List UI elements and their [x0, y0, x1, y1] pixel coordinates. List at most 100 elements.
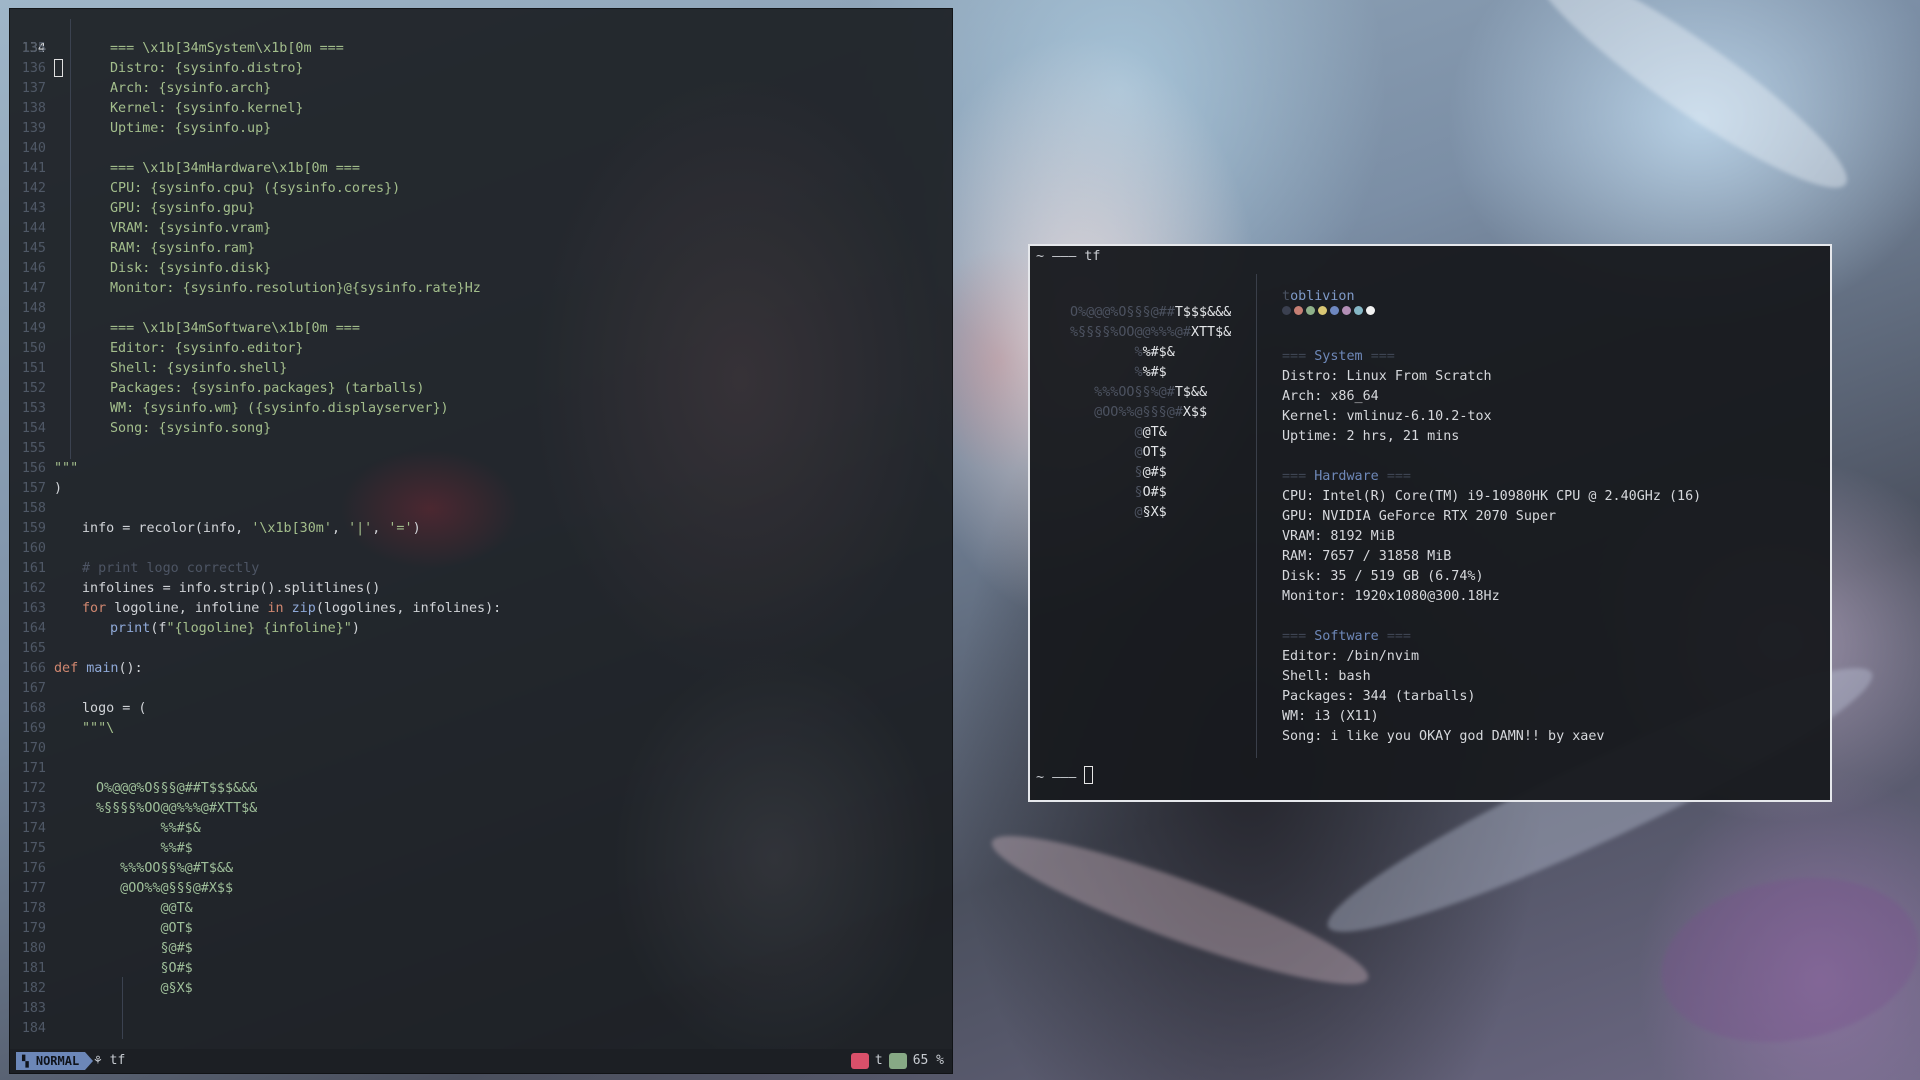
- logo-line: @OO%%@§§§@#X$$: [1070, 404, 1207, 422]
- code-line[interactable]: 165: [10, 639, 952, 659]
- code-line[interactable]: 171: [10, 759, 952, 779]
- line-content: Shell: {sysinfo.shell}: [110, 359, 287, 379]
- code-line[interactable]: 159 info = recolor(info, '\x1b[30m', '|',…: [10, 519, 952, 539]
- code-line[interactable]: 175 %%#$: [10, 839, 952, 859]
- code-line[interactable]: 155: [10, 439, 952, 459]
- code-line[interactable]: 141 === \x1b[34mHardware\x1b[0m ===: [10, 159, 952, 179]
- code-line[interactable]: 172 O%@@@%O§§§@##T$$$&&&: [10, 779, 952, 799]
- line-content: ): [54, 479, 62, 499]
- code-line[interactable]: 151 Shell: {sysinfo.shell}: [10, 359, 952, 379]
- info-ram: RAM: 7657 / 31858 MiB: [1282, 549, 1452, 564]
- code-line[interactable]: 147 Monitor: {sysinfo.resolution}@{sysinf…: [10, 279, 952, 299]
- code-line[interactable]: 174 %%#$&: [10, 819, 952, 839]
- code-line[interactable]: 157): [10, 479, 952, 499]
- code-token: for: [82, 601, 107, 616]
- line-number: 136: [21, 61, 46, 76]
- line-content: Distro: {sysinfo.distro}: [110, 59, 303, 79]
- code-line[interactable]: 163 for logoline, infoline in zip(logolin…: [10, 599, 952, 619]
- line-content: """\: [82, 719, 114, 739]
- logo-line: %%#$&: [1070, 344, 1175, 362]
- code-line-current[interactable]: 134: [10, 19, 952, 77]
- code-line[interactable]: 166 def main():: [10, 659, 952, 679]
- code-line[interactable]: 143 GPU: {sysinfo.gpu}: [10, 199, 952, 219]
- code-line[interactable]: 182 @§X$: [10, 979, 952, 999]
- line-number: 149: [21, 321, 46, 336]
- code-token: ): [351, 621, 360, 636]
- code-line[interactable]: 179 @OT$: [10, 919, 952, 939]
- line-content: === \x1b[34mSoftware\x1b[0m ===: [110, 319, 360, 339]
- info-kernel: Kernel: vmlinuz-6.10.2-tox: [1282, 409, 1492, 424]
- line-content: Song: {sysinfo.song}: [110, 419, 271, 439]
- line-number: 137: [21, 81, 46, 96]
- code-line[interactable]: 144 VRAM: {sysinfo.vram}: [10, 219, 952, 239]
- code-line[interactable]: 156 """: [10, 459, 952, 479]
- logo-line: %%%OO§§%@#T$&&: [1070, 384, 1207, 402]
- code-line[interactable]: 184: [10, 1019, 952, 1039]
- code-line[interactable]: 170: [10, 739, 952, 759]
- code-line[interactable]: 152 Packages: {sysinfo.packages} (tarball…: [10, 379, 952, 399]
- code-line[interactable]: 139 Uptime: {sysinfo.up}: [10, 119, 952, 139]
- code-token: Editor: {sysinfo.editor}: [110, 341, 304, 356]
- code-line[interactable]: 160: [10, 539, 952, 559]
- line-content: %§§§§%OO@@%%%@#XTT$&: [96, 799, 257, 819]
- code-token: GPU: {sysinfo.gpu}: [110, 201, 256, 216]
- code-line[interactable]: 138 Kernel: {sysinfo.kernel}: [10, 99, 952, 119]
- user-name: oblivion: [1290, 289, 1355, 304]
- palette-dot: [1306, 306, 1315, 315]
- code-token: @@T&: [96, 901, 193, 916]
- code-line[interactable]: 164 print(f"{logoline} {infoline}"): [10, 619, 952, 639]
- code-line[interactable]: 137 Arch: {sysinfo.arch}: [10, 79, 952, 99]
- code-token: CPU: {sysinfo.cpu} ({sysinfo.cores}): [110, 181, 401, 196]
- scroll-percent: 65 %: [912, 1053, 944, 1068]
- code-line[interactable]: 173 %§§§§%OO@@%%%@#XTT$&: [10, 799, 952, 819]
- statusline-file[interactable]: ⚘ tf: [94, 1049, 125, 1073]
- logo-bright-part: OT$: [1142, 445, 1167, 460]
- code-line[interactable]: 158: [10, 499, 952, 519]
- code-line[interactable]: 146 Disk: {sysinfo.disk}: [10, 259, 952, 279]
- vim-icon: ▚: [22, 1055, 29, 1068]
- code-line[interactable]: 177 @OO%%@§§§@#X$$: [10, 879, 952, 899]
- code-token: ():: [118, 661, 143, 676]
- code-line[interactable]: 153 WM: {sysinfo.wm} ({sysinfo.displayser…: [10, 399, 952, 419]
- logo-dim-part: @: [1070, 505, 1143, 520]
- code-line[interactable]: 169 """\: [10, 719, 952, 739]
- line-number: 151: [21, 361, 46, 376]
- line-number: 143: [21, 201, 46, 216]
- user-host-title: toblivion: [1282, 288, 1355, 306]
- code-line[interactable]: 180 §@#$: [10, 939, 952, 959]
- code-line[interactable]: 167: [10, 679, 952, 699]
- line-content: %%#$&: [96, 819, 200, 839]
- code-line[interactable]: 148: [10, 299, 952, 319]
- line-content: === \x1b[34mHardware\x1b[0m ===: [110, 159, 360, 179]
- code-token: @OO%%@§§§@#X$$: [96, 881, 234, 896]
- code-line[interactable]: 162 infolines = info.strip().splitlines(): [10, 579, 952, 599]
- code-token: %%#$: [96, 841, 193, 856]
- code-line[interactable]: 161 # print logo correctly: [10, 559, 952, 579]
- line-number: 164: [21, 621, 46, 636]
- code-line[interactable]: 145 RAM: {sysinfo.ram}: [10, 239, 952, 259]
- line-number: 161: [21, 561, 46, 576]
- code-line[interactable]: 178 @@T&: [10, 899, 952, 919]
- code-line[interactable]: 136 Distro: {sysinfo.distro}: [10, 59, 952, 79]
- line-number: 147: [21, 281, 46, 296]
- terminal-prompt[interactable]: ~ ———: [1036, 766, 1094, 785]
- code-area[interactable]: 134 135 === \x1b[34mSystem\x1b[0m === 136 D…: [10, 19, 952, 1039]
- logo-dim-part: @: [1070, 445, 1143, 460]
- wallpaper-brush-stroke: [1514, 0, 1866, 213]
- line-number: 165: [21, 641, 46, 656]
- code-line[interactable]: 142 CPU: {sysinfo.cpu} ({sysinfo.cores}): [10, 179, 952, 199]
- code-line[interactable]: 150 Editor: {sysinfo.editor}: [10, 339, 952, 359]
- code-line[interactable]: 181 §O#$: [10, 959, 952, 979]
- code-token: ): [54, 481, 63, 496]
- code-line[interactable]: 140: [10, 139, 952, 159]
- code-line[interactable]: 168 logo = (: [10, 699, 952, 719]
- code-line[interactable]: 149 === \x1b[34mSoftware\x1b[0m ===: [10, 319, 952, 339]
- logo-bright-part: %#$&: [1142, 345, 1175, 360]
- code-line[interactable]: 183: [10, 999, 952, 1019]
- code-line[interactable]: 135 === \x1b[34mSystem\x1b[0m ===: [10, 39, 952, 59]
- editor-window[interactable]: 134 135 === \x1b[34mSystem\x1b[0m === 136 D…: [9, 8, 953, 1074]
- code-token: print: [110, 621, 151, 636]
- code-line[interactable]: 154 Song: {sysinfo.song}: [10, 419, 952, 439]
- terminal-window[interactable]: ~ ——— tf O%@@@%O§§§@##T$$$&&& %§§§§%OO@@%…: [1028, 244, 1832, 802]
- code-line[interactable]: 176 %%%OO§§%@#T$&&: [10, 859, 952, 879]
